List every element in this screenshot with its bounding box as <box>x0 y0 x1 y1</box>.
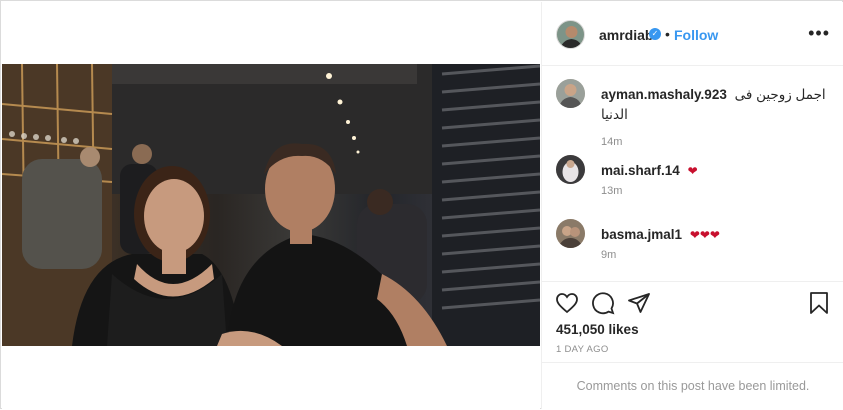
share-icon[interactable] <box>627 291 651 315</box>
commenter-avatar[interactable] <box>556 155 585 184</box>
post-photo[interactable] <box>2 64 540 346</box>
post-window: amrdiab ✓ • Follow ••• ayman.mashaly.923… <box>0 0 843 409</box>
post-side-panel: amrdiab ✓ • Follow ••• ayman.mashaly.923… <box>541 2 843 409</box>
verified-badge-icon: ✓ <box>649 28 661 40</box>
bookmark-icon[interactable] <box>807 291 831 315</box>
header-separator: • <box>665 26 670 42</box>
hearts-emoji-icon: ❤❤❤ <box>689 228 720 242</box>
commenter-username[interactable]: mai.sharf.14 <box>601 163 680 178</box>
heart-icon[interactable] <box>555 291 579 315</box>
heart-emoji-icon: ❤ <box>687 164 698 178</box>
commenter-avatar[interactable] <box>556 79 585 108</box>
post-header: amrdiab ✓ • Follow ••• <box>542 2 843 66</box>
post-actions: 451,050 likes 1 DAY AGO Comments on this… <box>542 281 843 409</box>
likes-count[interactable]: 451,050 likes <box>556 322 639 337</box>
comment-icon[interactable] <box>591 291 615 315</box>
post-date[interactable]: 1 DAY AGO <box>556 344 609 355</box>
commenter-username[interactable]: ayman.mashaly.923 <box>601 87 727 102</box>
comment-text-continued: الدنيا <box>601 107 628 122</box>
comments-limited-notice: Comments on this post have been limited. <box>542 362 843 410</box>
comment-line: basma.jmal1 ❤❤❤ <box>601 226 833 244</box>
owner-avatar[interactable] <box>556 20 585 49</box>
comment-timestamp[interactable]: 9m <box>601 249 616 261</box>
photo-illustration <box>2 64 540 346</box>
comment-timestamp[interactable]: 13m <box>601 185 622 197</box>
follow-button[interactable]: Follow <box>674 27 718 43</box>
comment-text: اجمل زوجين فى <box>734 87 826 102</box>
comments-list: ayman.mashaly.923 اجمل زوجين فى الدنيا 1… <box>542 67 843 282</box>
comment-line: ayman.mashaly.923 اجمل زوجين فى <box>601 86 833 104</box>
more-options-icon[interactable]: ••• <box>808 24 830 42</box>
owner-username[interactable]: amrdiab <box>599 27 653 43</box>
post-media <box>2 2 540 409</box>
commenter-username[interactable]: basma.jmal1 <box>601 227 682 242</box>
comment-timestamp[interactable]: 14m <box>601 136 622 148</box>
comment-line: mai.sharf.14 ❤ <box>601 162 833 180</box>
commenter-avatar[interactable] <box>556 219 585 248</box>
